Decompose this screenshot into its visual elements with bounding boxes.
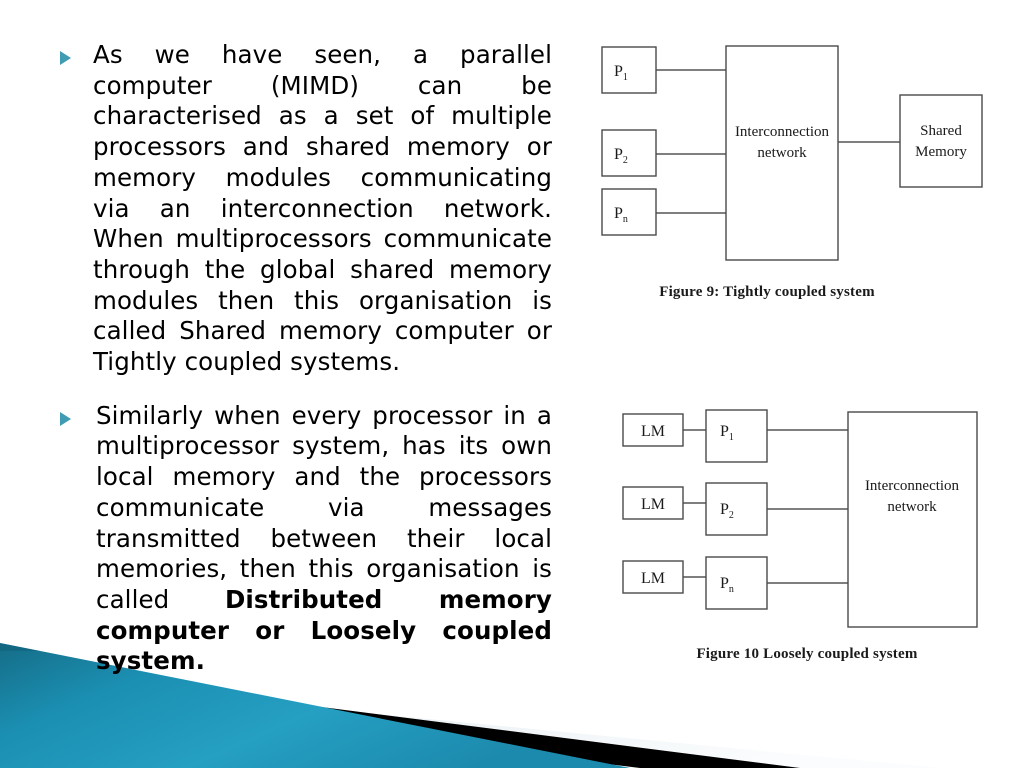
- figure-10-loosely-coupled: LM LM LM P1 P2 Pn Interconnection networ…: [590, 404, 1010, 682]
- figure-9-caption: Figure 9: Tightly coupled system: [659, 284, 875, 300]
- box-shared-memory: [899, 94, 983, 188]
- label-p1-sub: 1: [729, 432, 734, 443]
- slide-canvas: As we have seen, a parallel computer (MI…: [0, 0, 1024, 768]
- label-pn-sub: n: [623, 214, 628, 225]
- label-interconnection-network-line2: network: [757, 145, 807, 161]
- triangle-bullet-icon: [60, 411, 71, 426]
- label-lm-3: LM: [641, 570, 665, 587]
- figure-10-caption: Figure 10 Loosely coupled system: [696, 646, 918, 662]
- box-pn: [705, 556, 768, 610]
- box-p1: [601, 46, 657, 94]
- corner-teal-edge: [0, 643, 40, 651]
- label-lm-1: LM: [641, 423, 665, 440]
- label-shared-memory-line2: Memory: [915, 144, 967, 160]
- label-interconnection-network-line2: network: [887, 499, 937, 515]
- label-pn-sub: n: [729, 584, 734, 595]
- figure-9-tightly-coupled: P1 P2 Pn Interconnection network Shared …: [590, 32, 1010, 322]
- label-shared-memory-line1: Shared: [920, 123, 962, 139]
- label-p2-sub: 2: [623, 155, 628, 166]
- corner-light-band: [0, 678, 940, 768]
- box-interconnection-network: [847, 411, 978, 628]
- box-p1: [705, 409, 768, 463]
- body-text-column: As we have seen, a parallel computer (MI…: [60, 40, 552, 677]
- bullet-2-text: Similarly when every processor in a mult…: [96, 401, 552, 677]
- figure-9-diagram: P1 P2 Pn Interconnection network Shared …: [601, 45, 983, 261]
- box-p2: [705, 482, 768, 536]
- figure-10-diagram: LM LM LM P1 P2 Pn Interconnection networ…: [622, 409, 978, 628]
- triangle-bullet-icon: [60, 51, 71, 65]
- bullet-item-2: Similarly when every processor in a mult…: [60, 401, 552, 677]
- bullet-2-run-1: Similarly when every processor in a mult…: [96, 400, 552, 614]
- label-lm-2: LM: [641, 496, 665, 513]
- box-p2: [601, 129, 657, 177]
- label-interconnection-network-line1: Interconnection: [865, 478, 960, 494]
- bullet-item-1: As we have seen, a parallel computer (MI…: [60, 40, 552, 378]
- bullet-1-run-1: As we have seen, a parallel computer (MI…: [93, 40, 552, 377]
- box-pn: [601, 188, 657, 236]
- bullet-1-text: As we have seen, a parallel computer (MI…: [93, 40, 552, 378]
- label-p2-sub: 2: [729, 510, 734, 521]
- label-p1-sub: 1: [623, 72, 628, 83]
- label-interconnection-network-line1: Interconnection: [735, 124, 830, 140]
